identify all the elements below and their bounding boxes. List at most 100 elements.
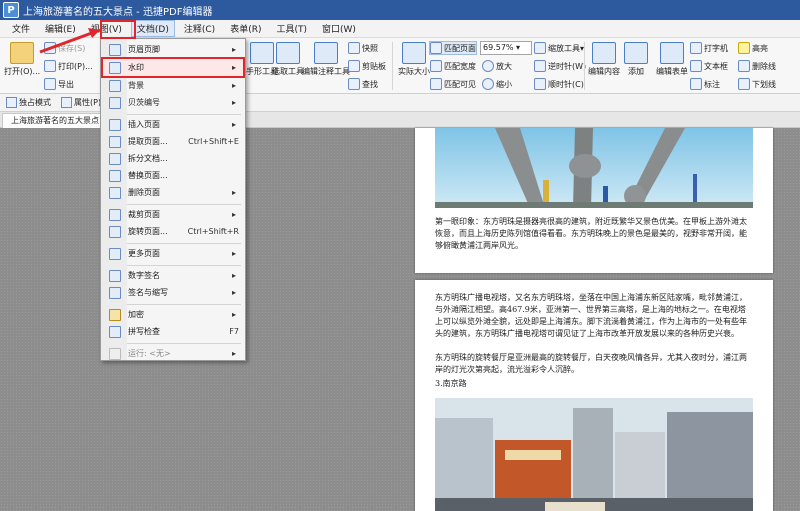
zoom-out-icon [482,78,494,90]
menu-item-header-footer[interactable]: 页眉页脚 ▸ [103,41,243,58]
menu-window[interactable]: 窗口(W) [316,20,362,37]
submenu-arrow-icon: ▸ [232,349,237,358]
textbox-button[interactable]: 文本框 [690,60,728,72]
properties-icon [61,97,72,108]
background-icon [109,79,121,92]
menu-comment[interactable]: 注释(C) [178,20,221,37]
submenu-arrow-icon: ▸ [232,271,237,280]
zoom-select[interactable]: 69.57% ▾ [480,41,532,55]
edit-annotation-tool-button[interactable]: 编辑注释工具 [302,42,350,77]
hand-icon [250,42,274,64]
delete-page-icon [109,186,121,199]
submenu-arrow-icon: ▸ [232,188,237,197]
menu-tools[interactable]: 工具(T) [270,20,313,37]
menu-item-background[interactable]: 背景 ▸ [103,77,243,94]
highlight-button[interactable]: 高亮 [738,42,768,54]
annotation-highlight-box [100,20,136,39]
document-tab[interactable]: 上海旅游著名的五大景点 [2,113,108,128]
printer-icon [44,60,56,72]
print-button[interactable]: 打印(P)... [44,60,93,72]
edit-content-button[interactable]: 编辑内容 [588,42,620,77]
fit-page-icon [430,42,442,54]
add-button[interactable]: 添加 [624,42,648,77]
paragraph-first-impression: 第一眼印象：东方明珠是摄器亮很高的建筑，附近既繁华又景色优美。在甲板上游外滩太恢… [435,217,747,250]
menu-separator [127,243,241,244]
nanjing-road-photo [435,398,753,511]
menu-item-extract-pages[interactable]: 提取页面... Ctrl+Shift+E [103,133,243,150]
menu-document[interactable]: 文档(D) [130,20,175,37]
submenu-arrow-icon: ▸ [232,63,237,72]
zoom-tool-button[interactable]: 缩放工具 ▾ [534,42,584,54]
menu-item-encrypt[interactable]: 加密 ▸ [103,306,243,323]
rotate-ccw-icon [534,60,546,72]
zoom-out-button[interactable]: 缩小 [482,78,512,90]
typewriter-button[interactable]: 打字机 [690,42,728,54]
exclusive-mode-button[interactable]: 独占模式 [6,97,51,108]
menu-separator [127,204,241,205]
submenu-arrow-icon: ▸ [232,249,237,258]
find-button[interactable]: 查找 [348,78,378,90]
menu-form[interactable]: 表单(R) [224,20,267,37]
menu-item-run-action: 运行: <无> ▸ [103,345,243,362]
menu-item-spell-check[interactable]: 拼写检查 F7 [103,323,243,340]
rotate-cw-button[interactable]: 顺时针(C) [534,78,584,90]
digital-signature-icon [109,269,121,282]
callout-icon [690,78,702,90]
menu-item-sign-initials[interactable]: 签名与缩写 ▸ [103,284,243,301]
menu-item-replace-pages[interactable]: 替换页面... [103,167,243,184]
typewriter-icon [690,42,702,54]
edit-annotation-icon [314,42,338,64]
save-icon [44,42,56,54]
select-tool-button[interactable]: 选取工具 [272,42,304,77]
menu-item-delete-pages[interactable]: 删除页面 ▸ [103,184,243,201]
underline-button[interactable]: 下划线 [738,78,776,90]
menu-item-watermark[interactable]: 水印 ▸ [101,57,245,78]
strikeout-icon [738,60,750,72]
strikeout-button[interactable]: 删除线 [738,60,776,72]
open-button[interactable]: 打开(O)... [4,42,40,77]
fit-visible-button[interactable]: 匹配可见 [430,78,476,90]
menu-item-split-document[interactable]: 拆分文档... [103,150,243,167]
header-footer-icon [109,43,121,56]
actual-size-button[interactable]: 实际大小 [398,42,430,77]
rotate-cw-icon [534,78,546,90]
menu-separator [127,304,241,305]
add-text-icon [624,42,648,64]
rotate-ccw-button[interactable]: 逆时针(W) [534,60,586,72]
extract-page-icon [109,135,121,148]
submenu-arrow-icon: ▸ [232,120,237,129]
highlight-icon [738,42,750,54]
save-button[interactable]: 保存(S) [44,42,85,54]
ribbon-divider [584,42,585,90]
menu-item-crop-pages[interactable]: 裁剪页面 ▸ [103,206,243,223]
clipboard-button[interactable]: 剪贴板 [348,60,386,72]
watermark-icon [109,61,121,74]
menu-item-digital-signature[interactable]: 数字签名 ▸ [103,267,243,284]
menu-separator [127,114,241,115]
callout-button[interactable]: 标注 [690,78,720,90]
zoom-in-button[interactable]: 放大 [482,60,512,72]
menu-separator [127,343,241,344]
menu-edit[interactable]: 编辑(E) [39,20,82,37]
clipboard-icon [348,60,360,72]
title-bar: P 上海旅游著名的五大景点 - 迅捷PDF编辑器 [0,0,800,20]
lock-icon [109,308,121,321]
spell-check-icon [109,325,121,338]
cursor-text-icon [276,42,300,64]
fit-width-button[interactable]: 匹配宽度 [430,60,476,72]
menu-item-bates-numbering[interactable]: 贝茨编号 ▸ [103,94,243,111]
snapshot-button[interactable]: 快照 [348,42,378,54]
zoom-in-icon [482,60,494,72]
menu-item-insert-pages[interactable]: 插入页面 ▸ [103,116,243,133]
edit-form-button[interactable]: 编辑表单 [656,42,688,77]
edit-form-icon [660,42,684,64]
insert-page-icon [109,118,121,131]
exclusive-mode-icon [6,97,17,108]
export-button[interactable]: 导出 [44,78,74,90]
paragraph-revolving-restaurant: 东方明珠的旋转餐厅是亚洲最高的旋转餐厅，白天夜晚风情各异，尤其入夜时分，浦江两岸… [435,353,747,374]
fit-page-button[interactable]: 匹配页面 [429,41,477,55]
menu-file[interactable]: 文件 [6,20,36,37]
menu-item-more-pages[interactable]: 更多页面 ▸ [103,245,243,262]
menu-item-rotate-pages[interactable]: 旋转页面... Ctrl+Shift+R [103,223,243,240]
more-pages-icon [109,247,121,260]
